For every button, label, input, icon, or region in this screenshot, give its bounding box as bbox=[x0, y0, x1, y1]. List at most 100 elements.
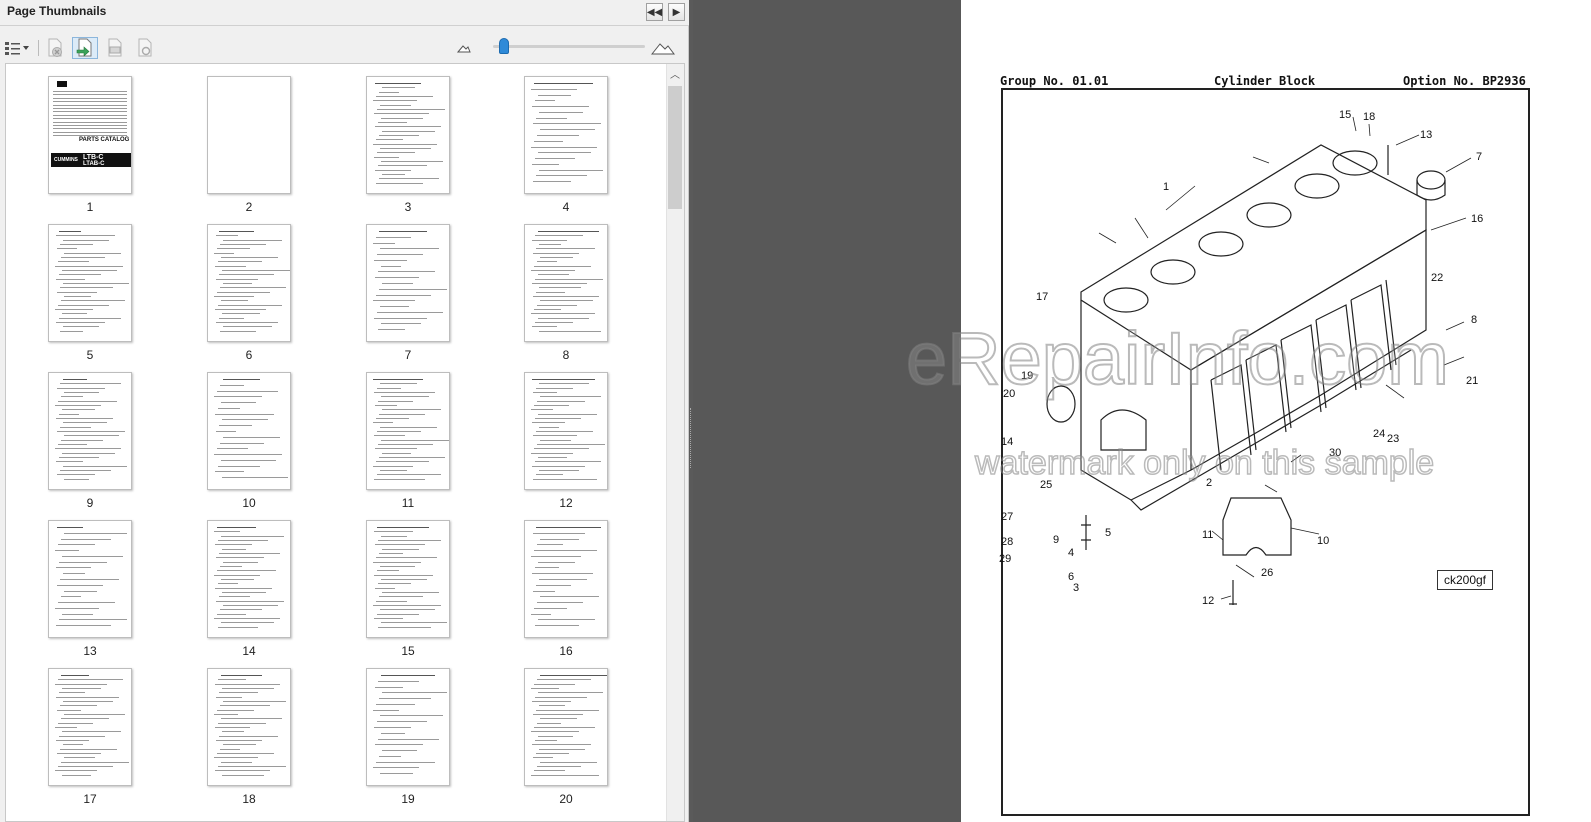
page-thumbnail[interactable]: PARTS CATALOG LTB-C LTAB-C CUMMINS bbox=[48, 76, 132, 194]
page-thumbnail[interactable] bbox=[366, 76, 450, 194]
page-thumbnail[interactable] bbox=[524, 372, 608, 490]
zoom-out-thumbnails-button[interactable] bbox=[456, 37, 472, 59]
text-line bbox=[532, 465, 585, 467]
text-line bbox=[61, 675, 89, 676]
text-line bbox=[63, 701, 113, 702]
text-line bbox=[57, 291, 97, 293]
text-line bbox=[538, 561, 575, 563]
text-line bbox=[531, 146, 597, 148]
text-line bbox=[217, 248, 250, 250]
text-line bbox=[53, 114, 127, 116]
page-thumbnail[interactable] bbox=[524, 76, 608, 194]
text-line bbox=[379, 755, 401, 757]
text-line bbox=[63, 422, 107, 424]
text-line bbox=[61, 300, 125, 302]
page-number-label: 7 bbox=[404, 348, 412, 362]
text-line bbox=[379, 413, 425, 415]
callout-label: 5 bbox=[1105, 527, 1111, 539]
text-line bbox=[379, 91, 399, 93]
text-line bbox=[60, 330, 83, 332]
text-line bbox=[378, 444, 433, 445]
text-line bbox=[379, 178, 439, 180]
text-line bbox=[218, 722, 266, 724]
text-line bbox=[382, 692, 447, 694]
page-properties-button[interactable] bbox=[134, 37, 156, 59]
text-line bbox=[59, 413, 79, 415]
thumbnail-toolbar bbox=[0, 34, 689, 62]
page-thumbnail[interactable] bbox=[524, 668, 608, 786]
text-line bbox=[373, 465, 413, 467]
insert-pages-button[interactable] bbox=[72, 37, 98, 59]
delete-page-icon bbox=[48, 38, 62, 57]
options-menu-button[interactable] bbox=[4, 37, 30, 59]
text-line bbox=[222, 477, 288, 479]
collapse-panel-button[interactable]: ◀◀ bbox=[646, 3, 663, 21]
watermark-sub: watermark only on this sample bbox=[974, 443, 1435, 483]
page-thumbnail[interactable] bbox=[366, 372, 450, 490]
callout-label: 13 bbox=[1420, 129, 1432, 141]
text-line bbox=[220, 566, 242, 567]
page-number-label: 1 bbox=[86, 200, 94, 214]
page-thumbnail[interactable] bbox=[48, 372, 132, 490]
scrollbar-thumb[interactable] bbox=[668, 86, 682, 209]
text-line bbox=[535, 567, 559, 569]
text-line bbox=[374, 317, 427, 319]
page-thumbnail[interactable] bbox=[48, 224, 132, 342]
text-line bbox=[215, 727, 250, 728]
text-line bbox=[535, 418, 581, 419]
text-line bbox=[214, 714, 238, 715]
text-line bbox=[55, 448, 121, 450]
page-number-label: 11 bbox=[401, 496, 415, 510]
text-line bbox=[540, 300, 593, 302]
page-thumbnail[interactable] bbox=[207, 668, 291, 786]
text-line bbox=[382, 548, 419, 550]
text-line bbox=[218, 261, 262, 263]
zoom-in-thumbnails-button[interactable] bbox=[650, 37, 676, 59]
text-line bbox=[377, 527, 429, 528]
thumbnail-size-slider[interactable] bbox=[498, 38, 509, 54]
text-line bbox=[534, 265, 591, 267]
splitter-grip[interactable] bbox=[690, 408, 692, 468]
thumbnail-list[interactable]: PARTS CATALOG LTB-C LTAB-C CUMMINS 1 2 3 4 5 6 7 8 9… bbox=[5, 63, 685, 822]
vertical-scrollbar[interactable]: ︿ bbox=[666, 64, 684, 821]
text-line bbox=[373, 143, 437, 145]
page-thumbnail[interactable] bbox=[524, 224, 608, 342]
text-line bbox=[60, 748, 117, 750]
page-thumbnail[interactable] bbox=[207, 520, 291, 638]
delete-pages-button[interactable] bbox=[44, 37, 66, 59]
text-line bbox=[58, 766, 113, 767]
scroll-up-button[interactable]: ︿ bbox=[666, 64, 684, 82]
text-line bbox=[218, 540, 268, 541]
text-line bbox=[376, 294, 431, 296]
text-line bbox=[53, 94, 127, 96]
text-line bbox=[373, 709, 399, 711]
page-thumbnail[interactable] bbox=[207, 372, 291, 490]
text-line bbox=[533, 181, 571, 183]
text-line bbox=[53, 125, 127, 126]
text-line bbox=[222, 731, 244, 733]
print-pages-button[interactable] bbox=[104, 37, 126, 59]
text-line bbox=[63, 326, 99, 328]
text-line bbox=[538, 735, 573, 737]
page-thumbnail[interactable] bbox=[48, 668, 132, 786]
text-line bbox=[379, 288, 447, 290]
page-thumbnail[interactable] bbox=[366, 224, 450, 342]
thumbnail-size-slider-track[interactable] bbox=[493, 45, 645, 48]
cover-text: PARTS CATALOG bbox=[79, 137, 130, 143]
page-thumbnail[interactable] bbox=[48, 520, 132, 638]
page-thumbnail[interactable] bbox=[207, 76, 291, 194]
text-line bbox=[535, 235, 583, 237]
page-number-label: 16 bbox=[559, 644, 573, 658]
text-line bbox=[537, 602, 583, 604]
page-number-label: 2 bbox=[245, 200, 253, 214]
page-thumbnail[interactable] bbox=[366, 668, 450, 786]
page-thumbnail[interactable] bbox=[524, 520, 608, 638]
text-line bbox=[382, 130, 435, 132]
text-line bbox=[216, 557, 264, 559]
text-line bbox=[222, 419, 268, 421]
page-thumbnail[interactable] bbox=[366, 520, 450, 638]
expand-panel-button[interactable]: ▶ bbox=[668, 3, 685, 21]
text-line bbox=[535, 461, 601, 463]
page-thumbnail[interactable] bbox=[207, 224, 291, 342]
double-left-arrow-icon: ◀◀ bbox=[646, 6, 663, 18]
